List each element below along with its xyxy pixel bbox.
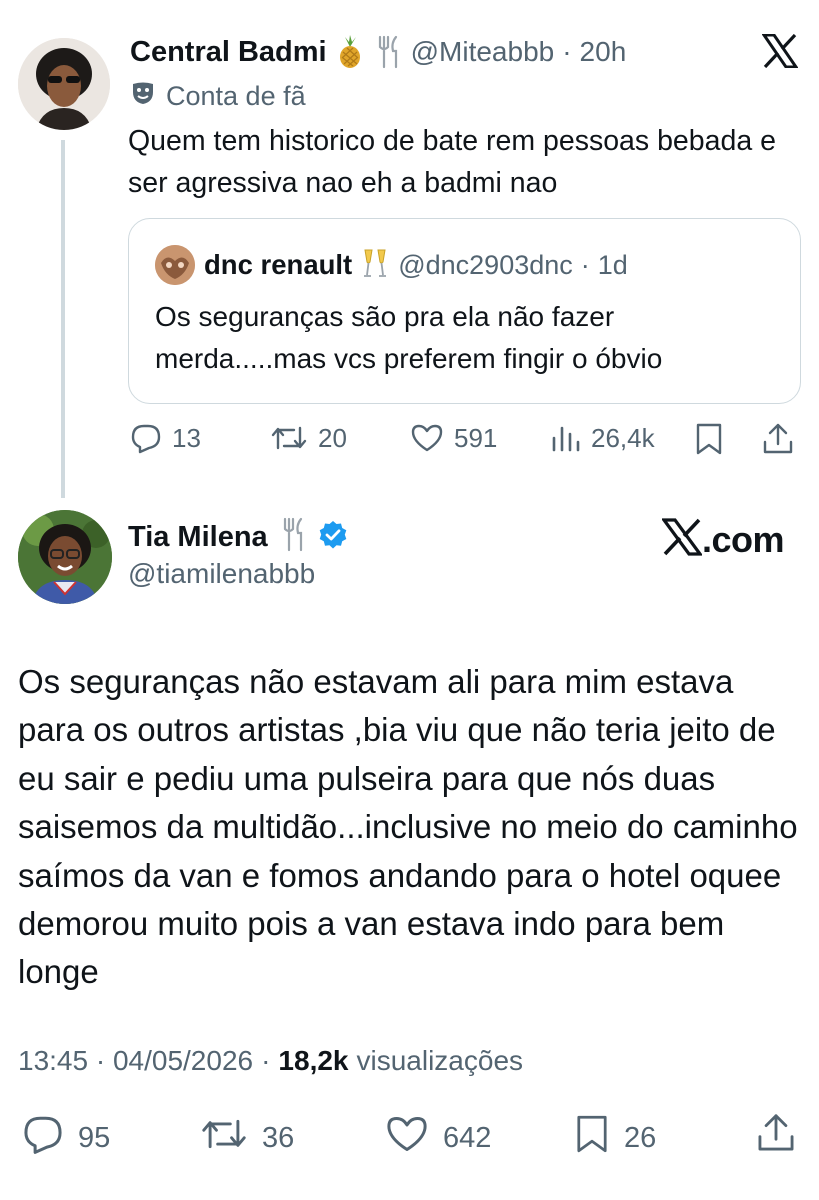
bookmark-count: 26 <box>624 1121 657 1154</box>
bar-chart-icon <box>551 422 581 454</box>
bookmark-icon <box>694 422 724 456</box>
views-count: 26,4k <box>591 422 655 453</box>
verified-badge-icon <box>318 520 348 555</box>
author-name[interactable]: Central Badmi <box>130 36 327 69</box>
tweet-time[interactable]: 20h <box>580 36 627 68</box>
quoted-tweet-time: 1d <box>597 249 628 280</box>
like-count: 591 <box>454 422 498 453</box>
dnc-renault-avatar[interactable] <box>155 245 195 285</box>
like-count: 642 <box>443 1121 492 1154</box>
repost-button[interactable]: 36 <box>200 1113 294 1163</box>
tweet-meta: 13:45 · 04/05/2026 · 18,2k visualizações <box>18 1045 523 1077</box>
thread-connector-line <box>61 140 65 498</box>
reply-icon <box>22 1113 64 1163</box>
champagne-glasses-icon <box>360 247 390 284</box>
reply-button[interactable]: 13 <box>130 422 201 454</box>
parent-tweet-text: Quem tem historico de bate rem pessoas b… <box>128 125 776 199</box>
theater-masks-icon <box>130 80 156 113</box>
like-button[interactable]: 642 <box>385 1113 491 1163</box>
x-logo-icon[interactable] <box>761 33 799 69</box>
author-handle[interactable]: @tiamilenabbb <box>128 558 315 590</box>
quoted-tweet-header: dnc renault @dnc2903dnc · 1d <box>204 246 628 284</box>
repost-icon <box>270 422 308 454</box>
repost-icon <box>200 1113 248 1163</box>
share-button[interactable] <box>756 1112 796 1162</box>
separator-dot: · <box>261 1045 271 1076</box>
fork-knife-icon <box>373 35 403 69</box>
tweet-timestamp[interactable]: 13:45 · 04/05/2026 <box>18 1045 253 1077</box>
x-logo-icon <box>660 518 704 561</box>
author-name[interactable]: Tia Milena <box>128 521 268 554</box>
parent-tweet-header: Central Badmi @Miteabbb · 20h <box>130 32 626 72</box>
share-icon <box>762 422 794 456</box>
reply-count: 95 <box>78 1121 111 1154</box>
separator-dot: · <box>580 249 590 280</box>
fan-account-label: Conta de fã <box>130 80 306 113</box>
pineapple-icon <box>335 35 365 69</box>
views-button[interactable]: 26,4k <box>551 422 655 454</box>
repost-button[interactable]: 20 <box>270 422 347 454</box>
quoted-author-name[interactable]: dnc renault <box>204 249 352 281</box>
reply-icon <box>130 422 162 454</box>
repost-count: 20 <box>318 422 347 453</box>
tia-milena-avatar[interactable] <box>18 510 112 604</box>
main-tweet-text: Os seguranças não estavam ali para mim e… <box>18 663 798 991</box>
quoted-tweet-text: Os seguranças são pra ela não fazer merd… <box>155 301 663 374</box>
quoted-author-handle[interactable]: @dnc2903dnc <box>398 250 573 281</box>
share-button[interactable] <box>762 422 794 456</box>
heart-icon <box>410 422 444 454</box>
author-handle[interactable]: @Miteabbb <box>411 36 555 68</box>
share-icon <box>756 1112 796 1162</box>
like-button[interactable]: 591 <box>410 422 497 454</box>
reply-button[interactable]: 95 <box>22 1113 110 1163</box>
reply-count: 13 <box>172 422 201 453</box>
main-tweet-header: Tia Milena <box>128 515 348 559</box>
fork-knife-icon <box>278 517 308 558</box>
watermark-text: .com <box>702 518 785 560</box>
fan-account-text: Conta de fã <box>166 81 306 111</box>
x-com-watermark: .com <box>660 518 785 561</box>
bookmark-button[interactable]: 26 <box>574 1113 656 1163</box>
bookmark-button[interactable] <box>694 422 724 456</box>
repost-count: 36 <box>262 1121 295 1154</box>
views-label: visualizações <box>356 1045 524 1076</box>
heart-icon <box>385 1113 429 1163</box>
views-count: 18,2k <box>278 1045 349 1076</box>
separator-dot: · <box>562 36 572 67</box>
central-badmi-avatar[interactable] <box>18 38 110 130</box>
bookmark-icon <box>574 1113 610 1163</box>
